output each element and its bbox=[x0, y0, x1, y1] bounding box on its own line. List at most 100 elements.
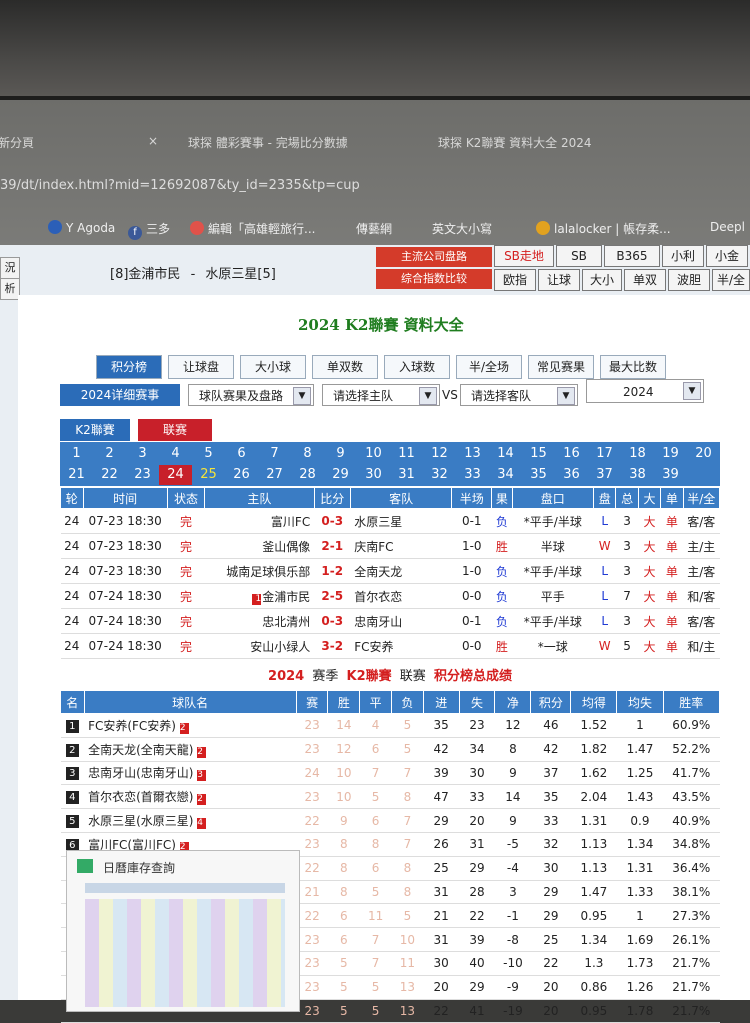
away-cell[interactable]: 水原三星 bbox=[350, 508, 452, 534]
tab-common-results[interactable]: 常见赛果 bbox=[528, 355, 594, 379]
round-27[interactable]: 27 bbox=[258, 465, 291, 485]
round-20[interactable]: 20 bbox=[687, 444, 720, 464]
round-8[interactable]: 8 bbox=[291, 444, 324, 464]
b365-button[interactable]: B365 bbox=[604, 245, 660, 267]
round-25[interactable]: 25 bbox=[192, 465, 225, 485]
round-15[interactable]: 15 bbox=[522, 444, 555, 464]
tab-goals[interactable]: 入球数 bbox=[384, 355, 450, 379]
k2-league-button[interactable]: K2聯賽 bbox=[60, 419, 130, 441]
round-39[interactable]: 39 bbox=[654, 465, 687, 485]
round-35[interactable]: 35 bbox=[522, 465, 555, 485]
bookmark-lalalocker[interactable]: lalalocker | 帳存柔... bbox=[536, 220, 671, 237]
round-22[interactable]: 22 bbox=[93, 465, 126, 485]
team-cell[interactable]: 忠南牙山(忠南牙山) 3 bbox=[84, 761, 297, 786]
score-cell[interactable]: 0-3 bbox=[314, 608, 351, 634]
over-under-button[interactable]: 大小 bbox=[582, 269, 622, 291]
round-18[interactable]: 18 bbox=[621, 444, 654, 464]
result-select[interactable]: 球队赛果及盘路 ▼ bbox=[188, 384, 314, 406]
round-34[interactable]: 34 bbox=[489, 465, 522, 485]
round-1[interactable]: 1 bbox=[60, 444, 93, 464]
score-cell[interactable]: 1-2 bbox=[314, 558, 351, 584]
round-30[interactable]: 30 bbox=[357, 465, 390, 485]
score-cell[interactable]: 0-3 bbox=[314, 508, 351, 534]
home-cell[interactable]: 安山小绿人 bbox=[204, 633, 315, 659]
round-14[interactable]: 14 bbox=[489, 444, 522, 464]
away-cell[interactable]: 首尔衣恋 bbox=[350, 583, 452, 609]
round-2[interactable]: 2 bbox=[93, 444, 126, 464]
mainstream-odds-button[interactable]: 主流公司盘路 bbox=[376, 247, 492, 267]
bookmark-sanduo[interactable]: f 三多 bbox=[128, 220, 170, 240]
away-cell[interactable]: FC安养 bbox=[350, 633, 452, 659]
tab-standings[interactable]: 积分榜 bbox=[96, 355, 162, 379]
home-team-select[interactable]: 请选择主队 ▼ bbox=[322, 384, 440, 406]
score-cell[interactable]: 3-2 bbox=[314, 633, 351, 659]
bookmark-art[interactable]: 傳藝網 bbox=[356, 220, 392, 237]
home-cell[interactable]: 城南足球俱乐部 bbox=[204, 558, 315, 584]
bookmark-case[interactable]: 英文大小寫 bbox=[432, 220, 492, 237]
round-9[interactable]: 9 bbox=[324, 444, 357, 464]
league-button[interactable]: 联赛 bbox=[138, 419, 212, 441]
side-tab-analysis[interactable]: 析 bbox=[0, 278, 20, 300]
browser-tab-k2[interactable]: 球探 K2聯賽 資料大全 2024 bbox=[438, 134, 592, 151]
round-6[interactable]: 6 bbox=[225, 444, 258, 464]
home-cell[interactable]: 富川FC bbox=[204, 508, 315, 534]
round-11[interactable]: 11 bbox=[390, 444, 423, 464]
tab-handicap[interactable]: 让球盘 bbox=[168, 355, 234, 379]
round-16[interactable]: 16 bbox=[555, 444, 588, 464]
team-cell[interactable]: 水原三星(水原三星) 4 bbox=[84, 808, 297, 833]
team-cell[interactable]: 全南天龙(全南天龍) 2 bbox=[84, 737, 297, 762]
calendar-popup[interactable]: 日曆庫存查詢 bbox=[66, 850, 300, 1012]
index-compare-button[interactable]: 综合指数比较 bbox=[376, 269, 492, 289]
sb-live-button[interactable]: SB走地 bbox=[494, 245, 554, 267]
xiaojin-button[interactable]: 小金 bbox=[706, 245, 748, 267]
round-24[interactable]: 24 bbox=[159, 465, 192, 485]
round-37[interactable]: 37 bbox=[588, 465, 621, 485]
round-38[interactable]: 38 bbox=[621, 465, 654, 485]
score-cell[interactable]: 2-5 bbox=[314, 583, 351, 609]
score-cell[interactable]: 2-1 bbox=[314, 533, 351, 559]
round-26[interactable]: 26 bbox=[225, 465, 258, 485]
tab-max-score[interactable]: 最大比数 bbox=[600, 355, 666, 379]
away-cell[interactable]: 忠南牙山 bbox=[350, 608, 452, 634]
year-select[interactable]: 2024 ▼ bbox=[586, 379, 704, 403]
round-21[interactable]: 21 bbox=[60, 465, 93, 485]
round-12[interactable]: 12 bbox=[423, 444, 456, 464]
round-29[interactable]: 29 bbox=[324, 465, 357, 485]
round-31[interactable]: 31 bbox=[390, 465, 423, 485]
away-cell[interactable]: 全南天龙 bbox=[350, 558, 452, 584]
address-bar[interactable]: 39/dt/index.html?mid=12692087&ty_id=2335… bbox=[0, 174, 750, 198]
tab-odd-even[interactable]: 单双数 bbox=[312, 355, 378, 379]
team-cell[interactable]: 首尔衣恋(首爾衣戀) 2 bbox=[84, 784, 297, 810]
half-full-button[interactable]: 半/全 bbox=[712, 269, 750, 291]
home-cell[interactable]: 1金浦市民 bbox=[204, 583, 315, 609]
away-cell[interactable]: 庆南FC bbox=[350, 533, 452, 559]
round-7[interactable]: 7 bbox=[258, 444, 291, 464]
odd-even-button[interactable]: 单双 bbox=[624, 269, 666, 291]
tab-over-under[interactable]: 大小球 bbox=[240, 355, 306, 379]
away-team-select[interactable]: 请选择客队 ▼ bbox=[460, 384, 578, 406]
round-36[interactable]: 36 bbox=[555, 465, 588, 485]
round-5[interactable]: 5 bbox=[192, 444, 225, 464]
round-32[interactable]: 32 bbox=[423, 465, 456, 485]
bookmark-agoda[interactable]: Y Agoda bbox=[48, 220, 115, 235]
sb-button[interactable]: SB bbox=[556, 245, 602, 267]
euro-odds-button[interactable]: 欧指 bbox=[494, 269, 536, 291]
bookmark-deepl[interactable]: Deepl bbox=[710, 220, 745, 234]
detail-events-label[interactable]: 2024详细赛事 bbox=[60, 384, 180, 406]
round-10[interactable]: 10 bbox=[357, 444, 390, 464]
correct-score-button[interactable]: 波胆 bbox=[668, 269, 710, 291]
team-cell[interactable]: FC安养(FC安养) 2 bbox=[84, 713, 297, 738]
bookmark-travel[interactable]: 編輯「高雄輕旅行... bbox=[190, 220, 315, 237]
home-cell[interactable]: 忠北清州 bbox=[204, 608, 315, 634]
browser-tab-new[interactable]: 新分頁 bbox=[0, 134, 34, 151]
round-3[interactable]: 3 bbox=[126, 444, 159, 464]
close-icon[interactable]: × bbox=[148, 134, 158, 148]
home-cell[interactable]: 釜山偶像 bbox=[204, 533, 315, 559]
browser-tab-results[interactable]: 球探 體彩賽事 - 完場比分數據 bbox=[188, 134, 348, 151]
round-4[interactable]: 4 bbox=[159, 444, 192, 464]
round-19[interactable]: 19 bbox=[654, 444, 687, 464]
round-28[interactable]: 28 bbox=[291, 465, 324, 485]
handicap-button[interactable]: 让球 bbox=[538, 269, 580, 291]
tab-half-full[interactable]: 半/全场 bbox=[456, 355, 522, 379]
round-13[interactable]: 13 bbox=[456, 444, 489, 464]
